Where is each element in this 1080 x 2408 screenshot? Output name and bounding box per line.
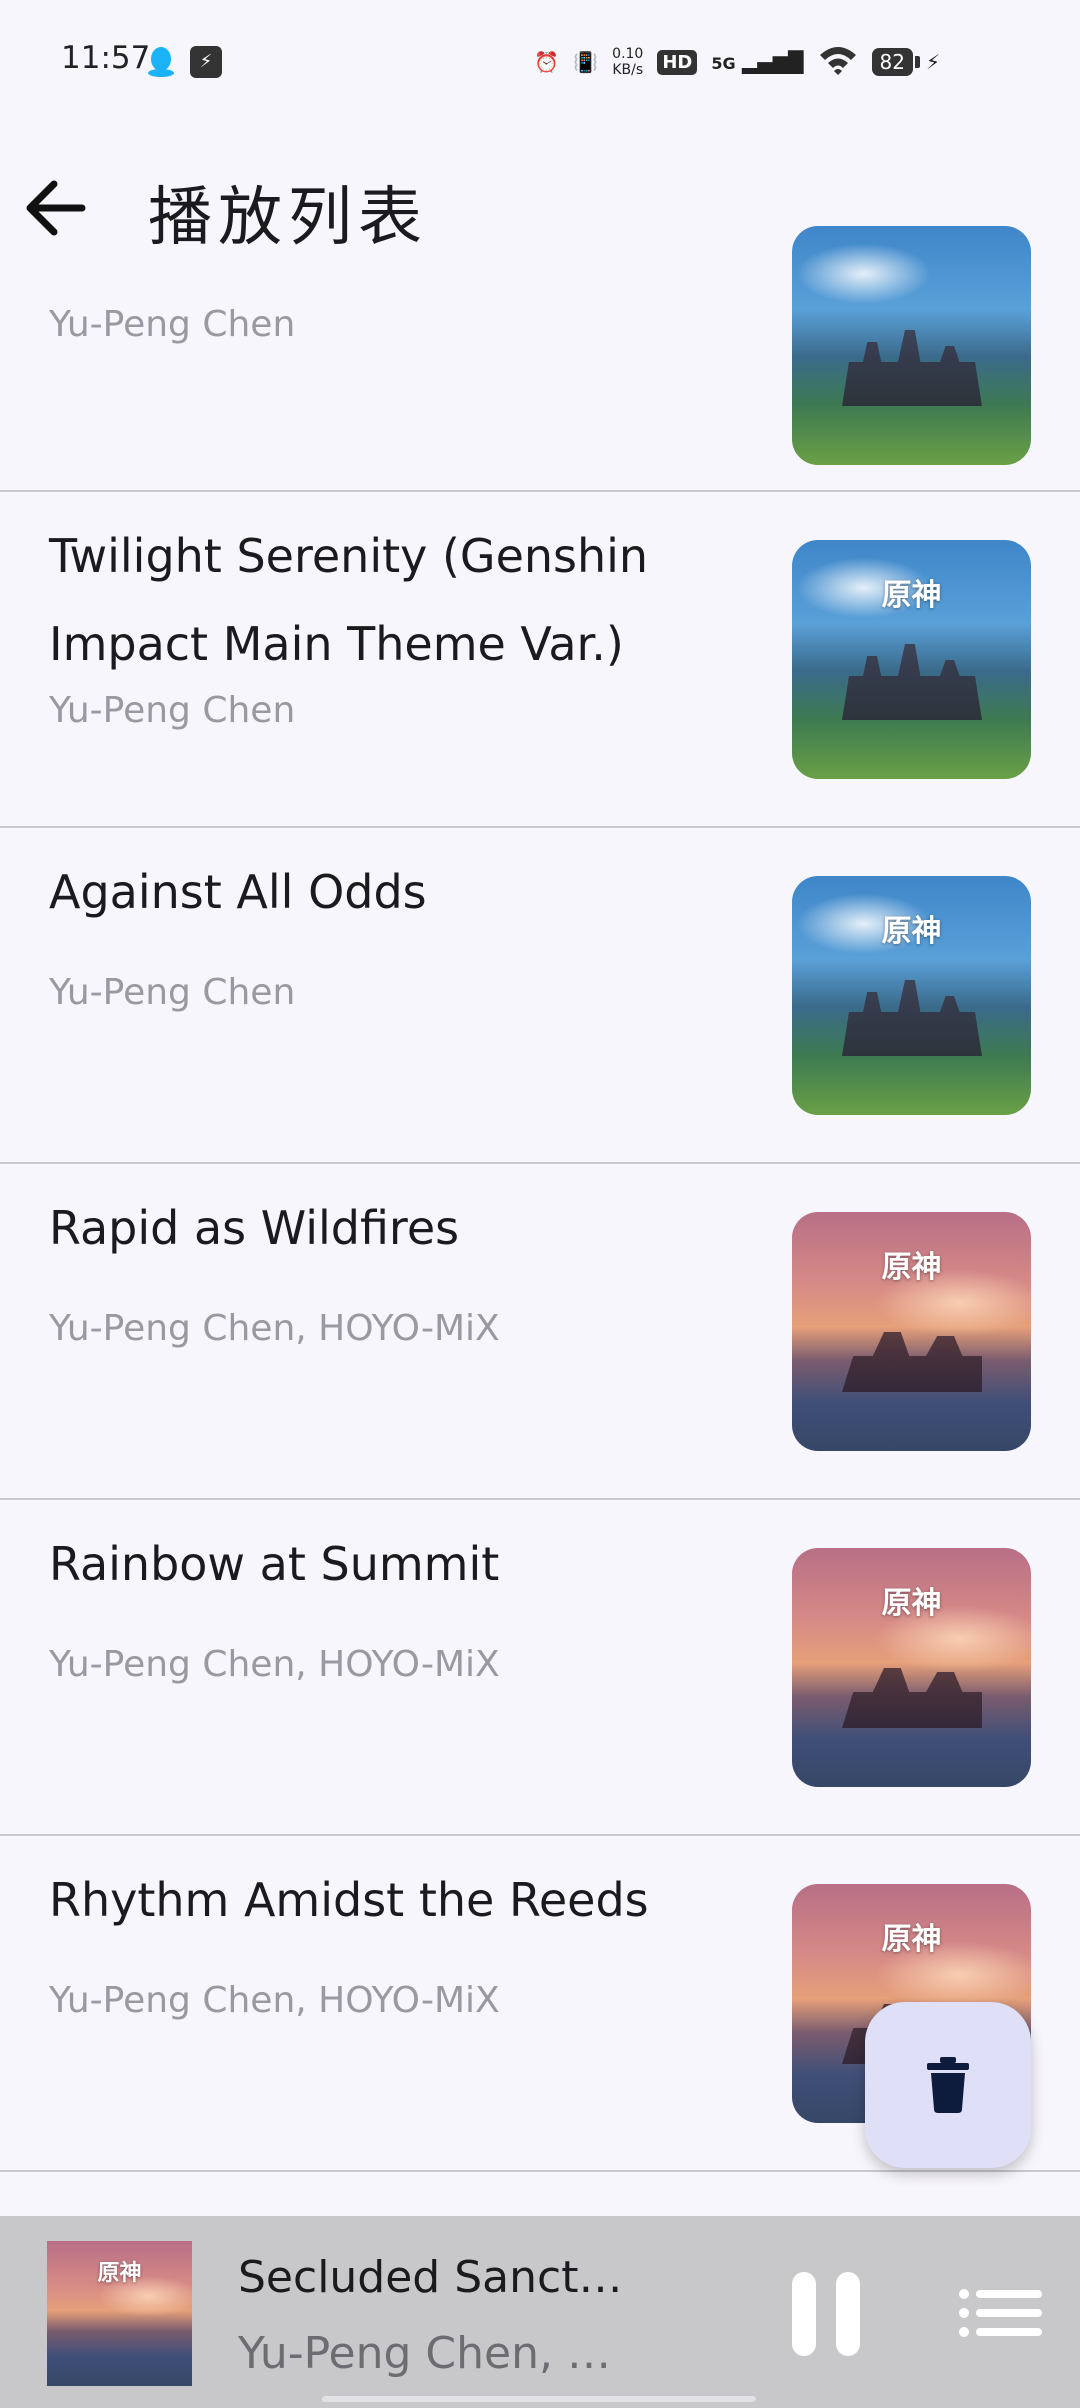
net-speed: 0.10 KB/s [612, 46, 644, 78]
home-indicator[interactable] [322, 2396, 756, 2402]
qq-icon [148, 47, 174, 77]
signal-icon: 5G ▂▄▆█ [711, 50, 804, 74]
song-artist: Yu-Peng Chen [49, 972, 296, 1013]
hd-icon: HD [657, 49, 698, 75]
song-title: Rapid as Wildfires [49, 1201, 460, 1255]
status-right-group: ⏰ 📳 0.10 KB/s HD 5G ▂▄▆█ 82 ⚡ [534, 40, 940, 84]
song-artist: Yu-Peng Chen [49, 690, 296, 731]
queue-list-icon[interactable] [958, 2288, 1044, 2338]
album-logo: 原神 [97, 2260, 142, 2286]
album-logo: 原神 [881, 1250, 942, 1285]
song-artist: Yu-Peng Chen [49, 304, 296, 345]
usb-icon: ⚡ [190, 46, 222, 78]
album-art [792, 226, 1031, 465]
album-art: 原神 [792, 876, 1031, 1115]
back-arrow-icon[interactable] [18, 168, 98, 248]
album-art: 原神 [792, 1212, 1031, 1451]
list-item[interactable]: Rapid as Wildfires Yu-Peng Chen, HOYO-Mi… [0, 1164, 1080, 1500]
song-title: Rainbow at Summit [49, 1537, 500, 1591]
list-item[interactable]: Rainbow at Summit Yu-Peng Chen, HOYO-MiX… [0, 1500, 1080, 1836]
vibrate-icon: 📳 [573, 50, 599, 74]
song-title: Against All Odds [49, 865, 427, 919]
song-title: Twilight Serenity (Genshin Impact Main T… [49, 529, 649, 671]
album-logo: 原神 [881, 1922, 942, 1957]
trash-icon [927, 2057, 969, 2113]
list-item[interactable]: Twilight Serenity (Genshin Impact Main T… [0, 492, 1080, 828]
now-playing-title: Secluded Sanct… [238, 2252, 623, 2303]
battery-icon: 82 ⚡ [871, 48, 940, 76]
list-item[interactable]: Against All Odds Yu-Peng Chen 原神 [0, 828, 1080, 1164]
album-art: 原神 [792, 1548, 1031, 1787]
page-title: 播放列表 [148, 181, 428, 255]
mini-player[interactable]: 原神 Secluded Sanct… Yu-Peng Chen, … [0, 2216, 1080, 2408]
alarm-icon: ⏰ [534, 50, 560, 74]
now-playing-artist: Yu-Peng Chen, … [238, 2328, 611, 2379]
album-logo: 原神 [881, 578, 942, 613]
pause-button[interactable] [788, 2272, 864, 2356]
status-time: 11:57 [61, 40, 151, 76]
album-logo: 原神 [881, 1586, 942, 1621]
song-title: Rhythm Amidst the Reeds [49, 1873, 649, 1927]
song-artist: Yu-Peng Chen, HOYO-MiX [49, 1644, 500, 1685]
song-artist: Yu-Peng Chen, HOYO-MiX [49, 1980, 500, 2021]
playlist: Yu-Peng Chen Twilight Serenity (Genshin … [0, 226, 1080, 2172]
wifi-icon [818, 45, 858, 80]
album-art: 原神 [792, 540, 1031, 779]
song-artist: Yu-Peng Chen, HOYO-MiX [49, 1308, 500, 1349]
now-playing-art: 原神 [47, 2241, 192, 2386]
list-item[interactable]: Yu-Peng Chen [0, 226, 1080, 492]
delete-button[interactable] [865, 2002, 1031, 2168]
album-logo: 原神 [881, 914, 942, 949]
status-bar: 11:57 ⚡ ⏰ 📳 0.10 KB/s HD 5G ▂▄▆█ 82 ⚡ [0, 0, 1080, 126]
